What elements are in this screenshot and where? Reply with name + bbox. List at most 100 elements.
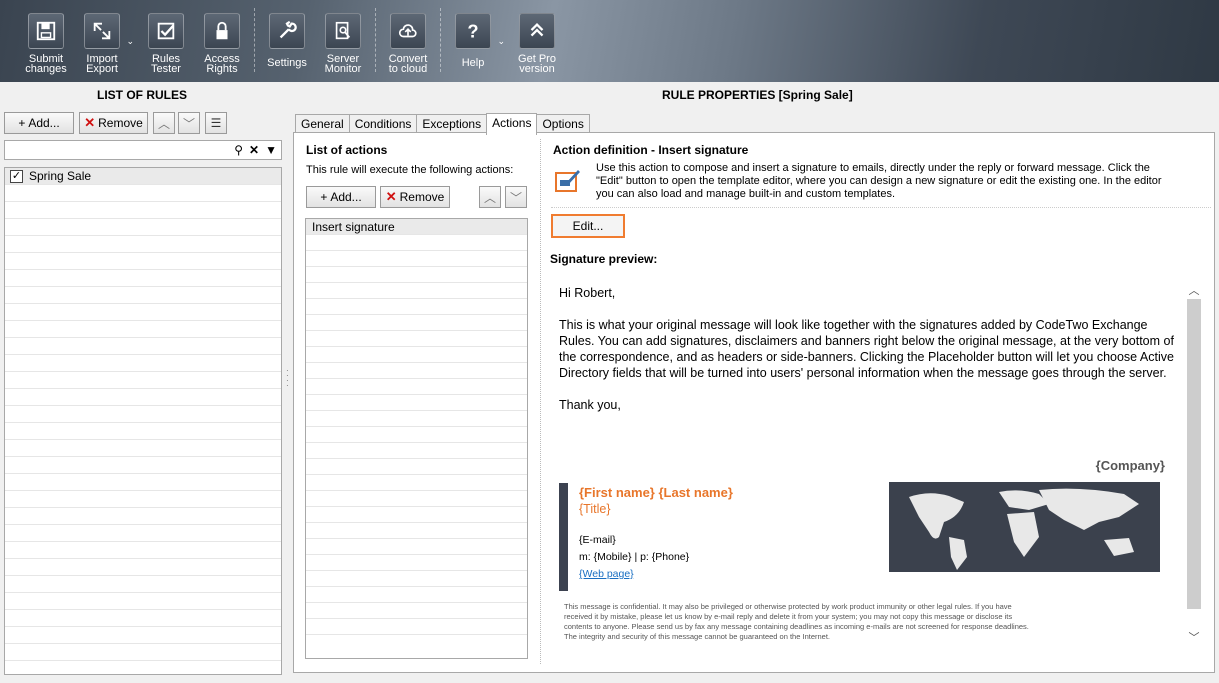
close-icon: ✕	[84, 115, 96, 130]
monitor-label: Monitor	[324, 63, 362, 75]
plus-icon: +	[18, 116, 26, 130]
action-name: Insert signature	[312, 219, 395, 234]
monitor-icon	[325, 13, 361, 49]
import-export-icon	[84, 13, 120, 49]
svg-text:?: ?	[467, 20, 478, 41]
web-page-link[interactable]: {Web page}	[579, 568, 889, 580]
export-label: Export	[86, 63, 118, 75]
import-export-button[interactable]: Import Export ⌄	[74, 0, 134, 80]
list-item[interactable]: Insert signature	[306, 219, 527, 235]
description-line-1: Use this action to compose and insert a …	[596, 162, 1150, 174]
tab-conditions[interactable]: Conditions	[348, 114, 418, 134]
remove-action-button[interactable]: ✕ Remove	[380, 186, 450, 208]
rights-label: Rights	[206, 63, 238, 75]
settings-label: Settings	[267, 57, 307, 69]
close-icon: ✕	[385, 189, 397, 204]
title-placeholder: {Title}	[579, 502, 611, 516]
chevron-down-icon[interactable]: ⌄	[497, 36, 505, 47]
description-line-3: you can also load and manage built-in an…	[596, 188, 896, 200]
chevron-up-icon: ︿	[483, 190, 496, 205]
body-text: This is what your original message will …	[559, 318, 1174, 380]
signature-preview-label: Signature preview:	[550, 252, 658, 266]
edit-button[interactable]: Edit...	[551, 214, 625, 238]
scroll-up-icon[interactable]: ︿	[1188, 282, 1200, 298]
tab-general[interactable]: General	[295, 114, 350, 134]
access-rights-button[interactable]: Access Rights	[194, 0, 250, 80]
company-placeholder: {Company}	[1095, 458, 1165, 473]
preview-scrollbar[interactable]: ︿ ﹀	[1187, 269, 1201, 661]
lock-icon	[204, 13, 240, 49]
name-placeholder: {First name} {Last name}	[579, 485, 733, 500]
move-down-button[interactable]: ﹀	[178, 112, 200, 134]
changes-label: changes	[25, 63, 67, 75]
save-icon	[28, 13, 64, 49]
scrollbar-thumb[interactable]	[1187, 299, 1201, 609]
chevron-down-icon[interactable]: ⌄	[126, 36, 134, 47]
list-of-actions-subheading: This rule will execute the following act…	[306, 164, 514, 176]
rule-search-input[interactable]: ⚲ ✕ ▼	[4, 140, 282, 160]
dropdown-arrow-icon[interactable]: ▼	[265, 143, 277, 157]
list-of-actions-heading: List of actions	[306, 143, 388, 157]
action-definition: Action definition - Insert signature Use…	[549, 133, 1211, 672]
move-up-button[interactable]: ︿	[153, 112, 175, 134]
plus-icon: +	[320, 190, 328, 204]
actions-list: Insert signature	[305, 218, 528, 659]
get-pro-version-button[interactable]: Get Pro version	[509, 0, 565, 80]
description-line-2: "Edit" button to open the template edito…	[596, 175, 1162, 187]
signature-preview: Hi Robert, This is what your original me…	[549, 269, 1201, 661]
to-cloud-label: to cloud	[388, 63, 428, 75]
settings-button[interactable]: Settings	[259, 0, 315, 80]
column-divider	[540, 139, 541, 664]
remove-action-label: Remove	[399, 190, 445, 204]
list-item[interactable]: ✓ Spring Sale	[5, 168, 281, 185]
main-toolbar: Submit changes Import Export ⌄ Rules Tester…	[0, 0, 1219, 82]
thanks-text: Thank you,	[559, 398, 621, 412]
version-label: version	[519, 63, 555, 75]
tab-content: List of actions This rule will execute t…	[293, 132, 1215, 673]
submit-changes-button[interactable]: Submit changes	[18, 0, 74, 80]
remove-rule-button[interactable]: ✕ Remove	[79, 112, 148, 134]
preview-body: Hi Robert, This is what your original me…	[559, 285, 1184, 429]
tab-options[interactable]: Options	[536, 114, 590, 134]
property-tabs: General Conditions Exceptions Actions Op…	[295, 112, 590, 135]
add-action-button[interactable]: + Add...	[306, 186, 376, 208]
cloud-icon	[390, 13, 426, 49]
wrench-icon	[269, 13, 305, 49]
phone-placeholder: m: {Mobile} | p: {Phone}	[579, 551, 690, 563]
list-of-rules-title: LIST OF RULES	[97, 88, 187, 102]
rules-tester-button[interactable]: Rules Tester	[138, 0, 194, 80]
tab-actions[interactable]: Actions	[486, 113, 538, 135]
convert-to-cloud-button[interactable]: Convert to cloud	[380, 0, 436, 80]
panel-splitter[interactable]: · · · ·	[286, 367, 289, 390]
email-placeholder: {E-mail}	[579, 534, 616, 546]
divider	[551, 207, 1211, 208]
menu-button[interactable]: ☰	[205, 112, 227, 134]
action-move-up-button[interactable]: ︿	[479, 186, 501, 208]
clear-icon[interactable]: ✕	[249, 143, 259, 157]
action-move-down-button[interactable]: ﹀	[505, 186, 527, 208]
add-action-label: Add...	[330, 190, 362, 204]
tab-exceptions[interactable]: Exceptions	[416, 114, 488, 134]
actions-column: List of actions This rule will execute t…	[294, 133, 539, 672]
add-rule-button[interactable]: + Add...	[4, 112, 74, 134]
rule-name: Spring Sale	[29, 169, 92, 183]
world-map-image	[889, 482, 1160, 572]
scroll-down-icon[interactable]: ﹀	[1188, 629, 1200, 645]
checkmark-icon	[148, 13, 184, 49]
chevron-up-icon: ︿	[157, 116, 170, 131]
menu-icon: ☰	[210, 116, 222, 130]
rule-properties-title: RULE PROPERTIES [Spring Sale]	[662, 88, 853, 102]
help-button[interactable]: ? Help ⌄	[445, 0, 505, 80]
help-label: Help	[461, 57, 485, 69]
server-monitor-button[interactable]: Server Monitor	[315, 0, 371, 80]
upgrade-icon	[519, 13, 555, 49]
chevron-down-icon: ﹀	[509, 190, 522, 205]
action-definition-description: Use this action to compose and insert a …	[596, 162, 1196, 201]
tester-label: Tester	[151, 63, 181, 75]
add-rule-label: Add...	[28, 116, 60, 130]
signature-block: {First name} {Last name} {Title} {E-mail…	[559, 483, 889, 591]
rules-list: ✓ Spring Sale	[4, 167, 282, 675]
question-icon: ?	[455, 13, 491, 49]
search-icon[interactable]: ⚲	[234, 143, 243, 157]
rule-enabled-checkbox[interactable]: ✓	[10, 169, 23, 183]
